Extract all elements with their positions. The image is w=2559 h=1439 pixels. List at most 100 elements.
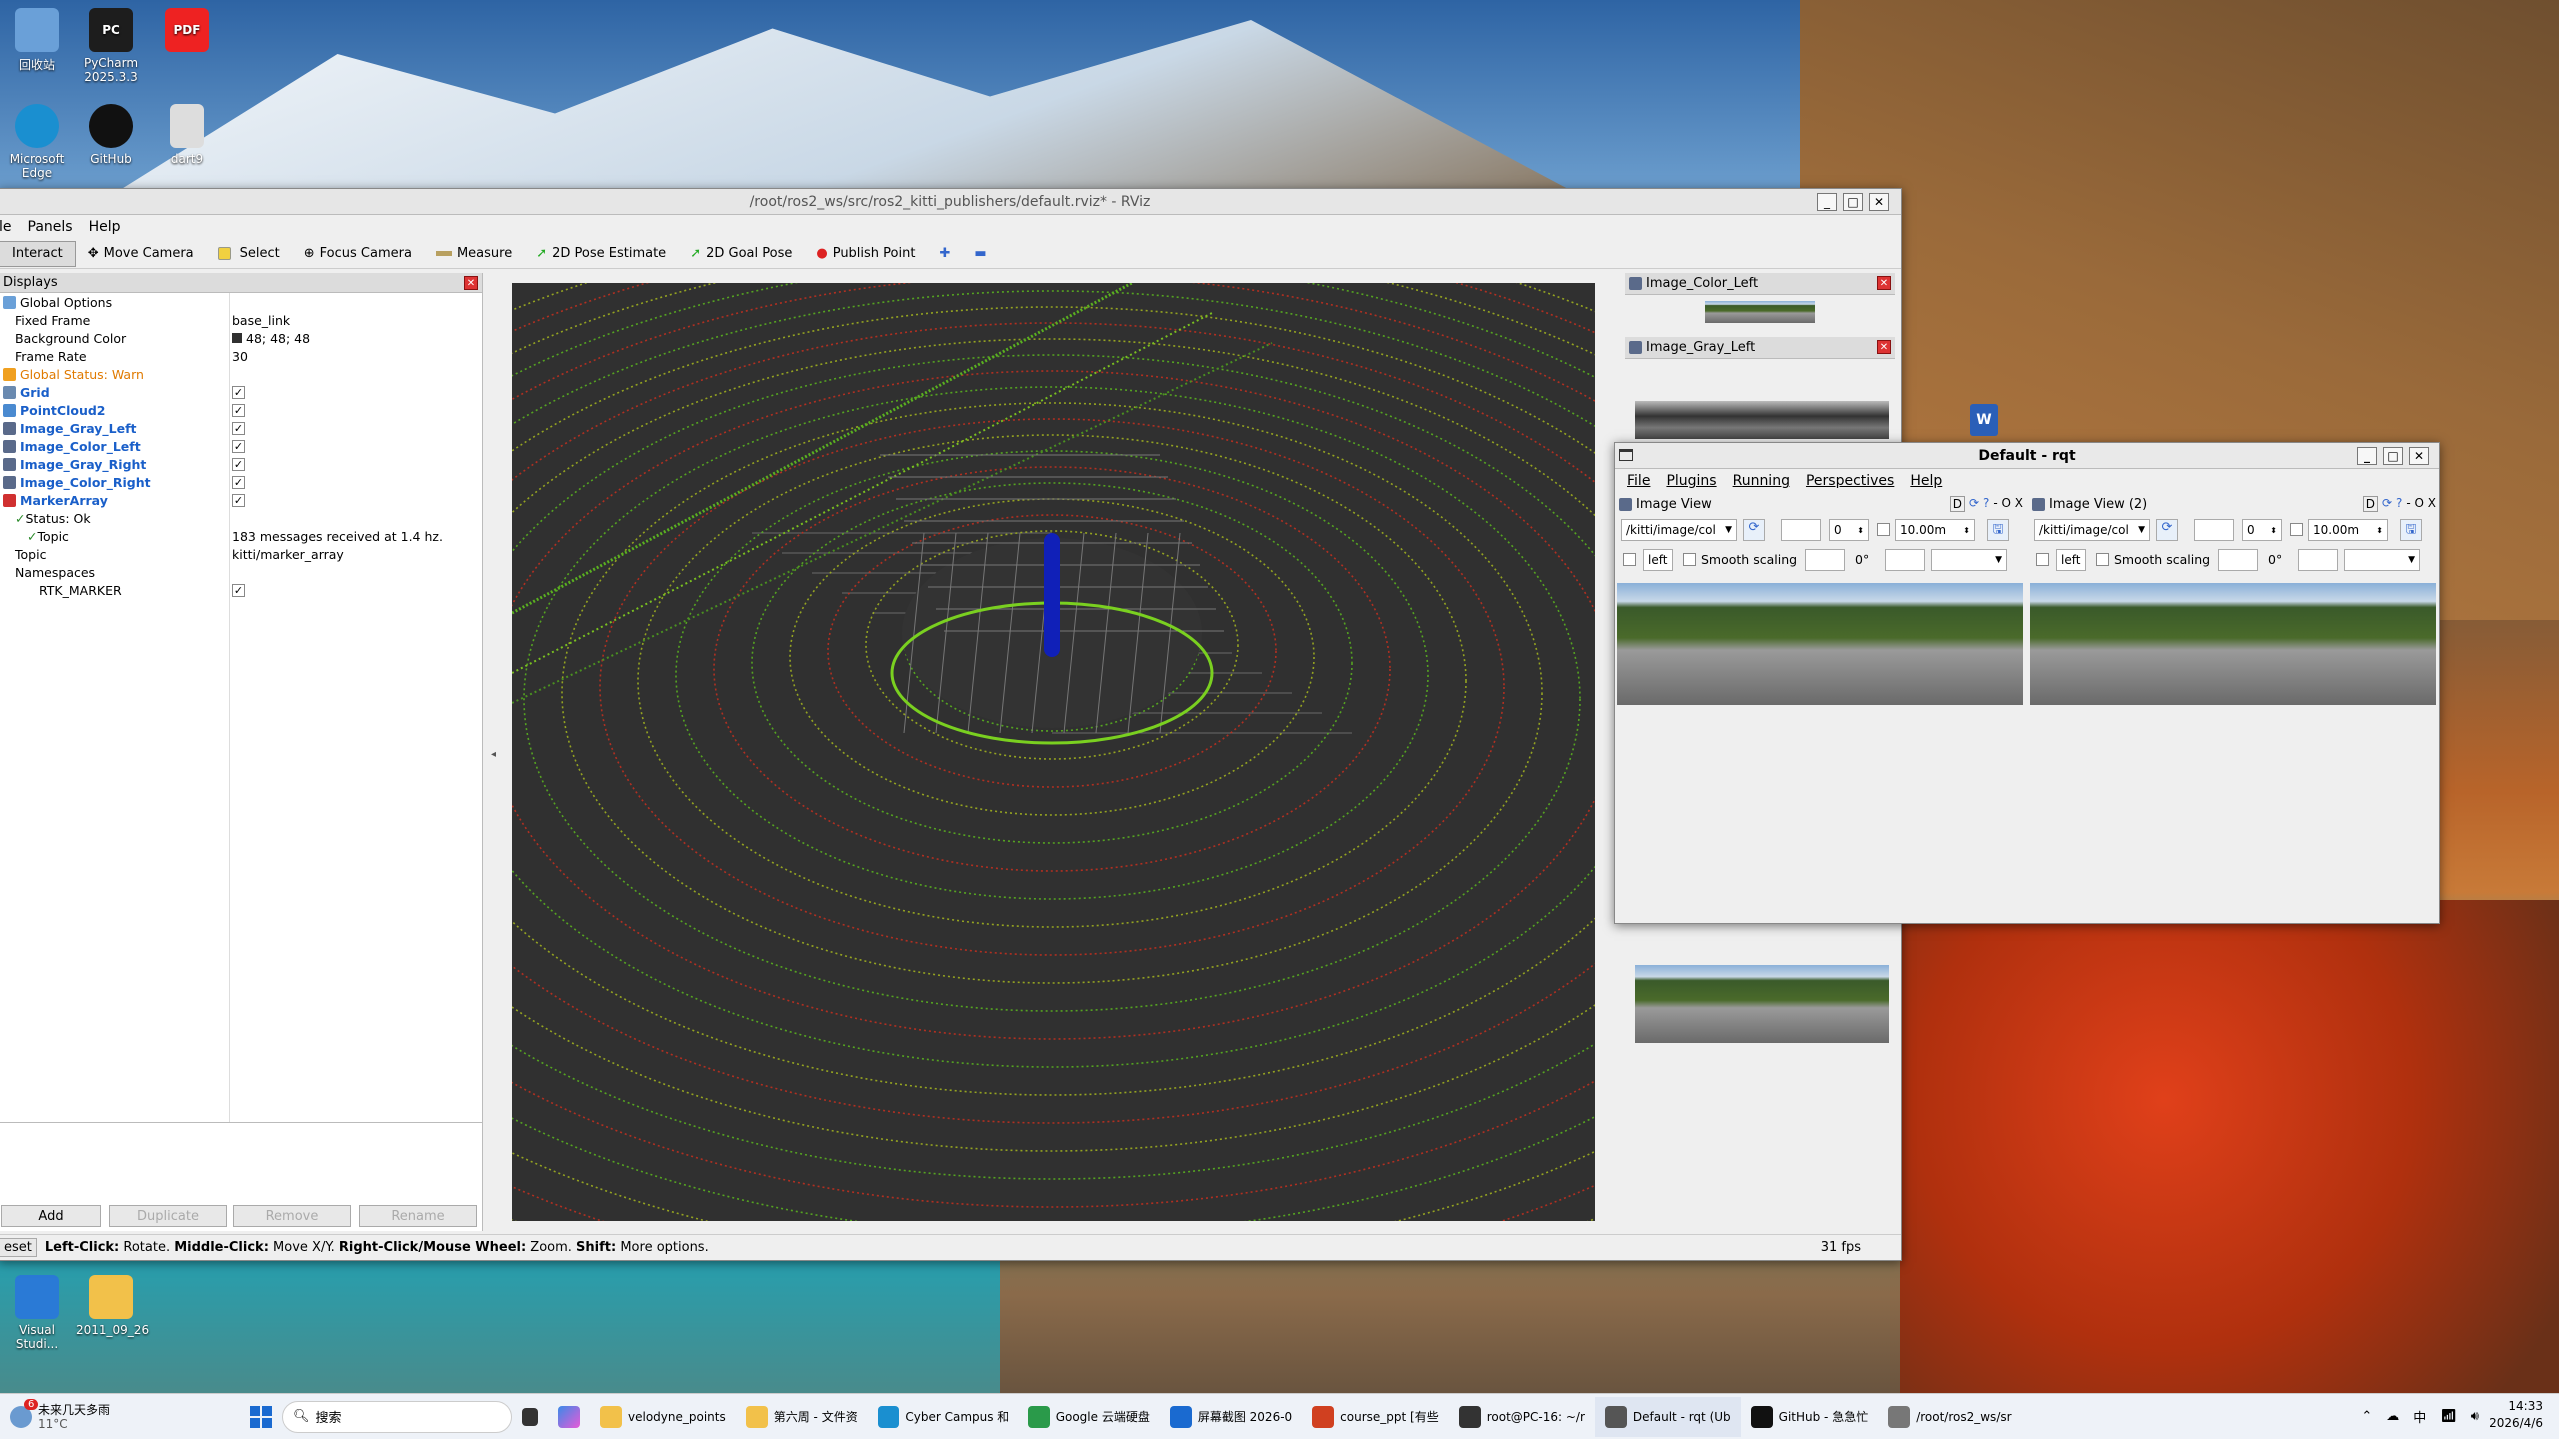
tree-row[interactable]: Background Color 48; 48; 48	[0, 329, 482, 347]
tree-row[interactable]: MarkerArray ✓	[0, 491, 482, 509]
enable-checkbox[interactable]: ✓	[232, 439, 245, 453]
minimize-button[interactable]: _	[2357, 447, 2377, 465]
taskbar-app[interactable]: Google 云端硬盘	[1018, 1397, 1160, 1437]
tool-move-camera[interactable]: ✥ Move Camera	[76, 241, 206, 267]
save-image-button[interactable]: 🖫︎	[1987, 519, 2009, 541]
splitter-handle[interactable]: ◂	[491, 749, 496, 760]
close-button[interactable]: ✕	[1869, 193, 1889, 211]
tree-row[interactable]: Grid ✓	[0, 383, 482, 401]
desktop-icon-dart9[interactable]: dart9	[152, 104, 222, 166]
tree-row-value[interactable]: ✓	[229, 475, 482, 489]
taskbar-app[interactable]: velodyne_points	[590, 1397, 736, 1437]
maximize-button[interactable]: □	[1843, 193, 1863, 211]
topic-dropdown[interactable]: /kitti/image/col ▼	[2034, 519, 2150, 541]
taskbar-app[interactable]: course_ppt [有些	[1302, 1397, 1449, 1437]
enable-checkbox[interactable]: ✓	[232, 403, 245, 417]
taskbar-app[interactable]: Cyber Campus 和	[868, 1397, 1018, 1437]
tree-row-value[interactable]: ✓	[229, 421, 482, 435]
enable-checkbox[interactable]: ✓	[232, 475, 245, 489]
weather-widget[interactable]: 6 未来几天多雨 11°C	[0, 1397, 240, 1437]
rename-button[interactable]: Rename	[359, 1205, 477, 1227]
tree-row-value[interactable]: ✓	[229, 583, 482, 597]
add-tool-button[interactable]: ✚	[927, 241, 962, 267]
mouse-publish-checkbox[interactable]	[2036, 553, 2049, 566]
dynamic-range-checkbox[interactable]	[1877, 523, 1890, 536]
close-panel-icon[interactable]: ✕	[464, 276, 478, 290]
min-value-spinbox[interactable]: 0 ⬍	[1829, 519, 1869, 541]
color-scheme-input[interactable]	[2298, 549, 2338, 571]
tree-row-value[interactable]: ✓	[229, 493, 482, 507]
mouse-publish-checkbox[interactable]	[1623, 553, 1636, 566]
zoom-input[interactable]	[2194, 519, 2234, 541]
tree-row[interactable]: Frame Rate 30	[0, 347, 482, 365]
color-scheme-dropdown[interactable]: ▼	[2344, 549, 2420, 571]
dynamic-range-checkbox[interactable]	[2290, 523, 2303, 536]
tree-row[interactable]: Fixed Frame base_link	[0, 311, 482, 329]
tool-interact[interactable]: Interact	[0, 240, 76, 267]
max-depth-spinbox[interactable]: 10.00m ⬍	[1895, 519, 1975, 541]
duplicate-button[interactable]: Duplicate	[109, 1205, 227, 1227]
taskbar-app[interactable]: root@PC-16: ~/r	[1449, 1397, 1595, 1437]
rotation-input[interactable]	[2218, 549, 2258, 571]
reset-button[interactable]: eset	[0, 1238, 37, 1257]
publish-topic-input[interactable]: left	[2056, 549, 2086, 571]
tree-row[interactable]: ✓ Topic 183 messages received at 1.4 hz.	[0, 527, 482, 545]
tree-row[interactable]: Image_Color_Right ✓	[0, 473, 482, 491]
taskbar-app[interactable]: 第六周 - 文件资	[736, 1397, 868, 1437]
close-panel-icon[interactable]: ✕	[1877, 276, 1891, 290]
rqt-titlebar[interactable]: Default - rqt _ □ ✕	[1615, 443, 2439, 469]
taskbar-app[interactable]: GitHub - 急急忙	[1741, 1397, 1879, 1437]
tool-focus-camera[interactable]: ⊕ Focus Camera	[292, 241, 424, 267]
clock[interactable]: 14:33 2026/4/6	[2489, 1398, 2543, 1432]
enable-checkbox[interactable]: ✓	[232, 457, 245, 471]
tree-row-value[interactable]: ✓	[229, 403, 482, 417]
window-controls[interactable]: - O X	[2406, 496, 2436, 512]
menu-help[interactable]: Help	[81, 219, 129, 235]
close-button[interactable]: ✕	[2409, 447, 2429, 465]
desktop-icon-edge[interactable]: Microsoft Edge	[2, 104, 72, 180]
tree-row[interactable]: Global Options	[0, 293, 482, 311]
rviz-titlebar[interactable]: /root/ros2_ws/src/ros2_kitti_publishers/…	[0, 189, 1901, 215]
enable-checkbox[interactable]: ✓	[232, 421, 245, 435]
min-value-spinbox[interactable]: 0 ⬍	[2242, 519, 2282, 541]
taskbar-app[interactable]: /root/ros2_ws/sr	[1878, 1397, 2021, 1437]
tree-row[interactable]: Image_Gray_Left ✓	[0, 419, 482, 437]
help-icon[interactable]: ?	[1983, 496, 1989, 512]
settings-icon[interactable]: ⟳	[1969, 496, 1979, 512]
add-button[interactable]: Add	[1, 1205, 101, 1227]
taskbar-app[interactable]: Default - rqt (Ub	[1594, 1396, 1741, 1437]
menu-running[interactable]: Running	[1725, 473, 1798, 489]
close-panel-icon[interactable]: ✕	[1877, 340, 1891, 354]
task-view-button[interactable]	[512, 1397, 548, 1437]
tool-select[interactable]: Select	[206, 241, 292, 267]
menu-file[interactable]: File	[1619, 473, 1658, 489]
save-image-button[interactable]: 🖫︎	[2400, 519, 2422, 541]
maximize-button[interactable]: □	[2383, 447, 2403, 465]
smooth-scaling-checkbox[interactable]	[2096, 553, 2109, 566]
tree-row[interactable]: Namespaces	[0, 563, 482, 581]
menu-perspectives[interactable]: Perspectives	[1798, 473, 1902, 489]
tool-measure[interactable]: Measure	[424, 241, 524, 267]
tree-row[interactable]: ✓ Status: Ok	[0, 509, 482, 527]
desktop-icon-recycle-bin[interactable]: 回收站	[2, 8, 72, 73]
settings-icon[interactable]: ⟳	[2382, 496, 2392, 512]
desktop-icon-github[interactable]: GitHub	[76, 104, 146, 166]
color-scheme-dropdown[interactable]: ▼	[1931, 549, 2007, 571]
help-icon[interactable]: ?	[2396, 496, 2402, 512]
minimize-button[interactable]: _	[1817, 193, 1837, 211]
tree-row[interactable]: RTK_MARKER ✓	[0, 581, 482, 599]
tree-row-value[interactable]: ✓	[229, 385, 482, 399]
zoom-input[interactable]	[1781, 519, 1821, 541]
desktop-icon-vscode[interactable]: Visual Studi...	[2, 1275, 72, 1351]
remove-tool-button[interactable]: ▬	[962, 241, 998, 267]
rotation-input[interactable]	[1805, 549, 1845, 571]
desktop-icon-pycharm[interactable]: PC PyCharm 2025.3.3	[76, 8, 146, 84]
3d-viewport[interactable]	[512, 283, 1595, 1221]
color-scheme-input[interactable]	[1885, 549, 1925, 571]
start-button[interactable]	[240, 1397, 282, 1437]
tree-row[interactable]: Image_Gray_Right ✓	[0, 455, 482, 473]
desktop-icon-pdf[interactable]: PDF	[152, 8, 222, 56]
publish-topic-input[interactable]: left	[1643, 549, 1673, 571]
tree-row[interactable]: Global Status: Warn	[0, 365, 482, 383]
refresh-topics-button[interactable]: ⟳	[1743, 519, 1765, 541]
